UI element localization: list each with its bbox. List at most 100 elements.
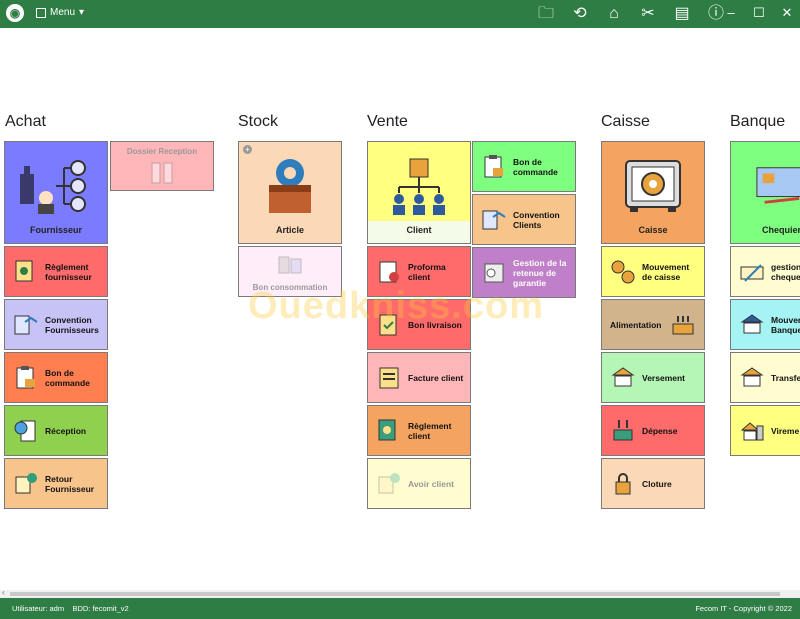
tile-reglement-client[interactable]: Règlement client [367, 405, 471, 456]
tile-label: Mouvement de caisse [642, 261, 690, 282]
tile-gestion-cheque[interactable]: gestion cheque [730, 246, 800, 297]
tile-alimentation[interactable]: Alimentation [601, 299, 705, 350]
database-status: BDD: fecomit_v2 [72, 604, 129, 613]
section-title-stock: Stock [238, 113, 279, 130]
tile-chequier[interactable]: Chequier [730, 141, 800, 244]
tile-retour-fournisseur[interactable]: Retour Fournisseur [4, 458, 108, 509]
padlock-icon [610, 471, 636, 497]
tile-label: Versement [642, 372, 685, 383]
scrollbar-thumb[interactable] [10, 592, 780, 596]
delivery-checklist-icon [376, 312, 402, 338]
tile-label: Proforma client [408, 261, 446, 282]
receipt-check-icon [13, 418, 39, 444]
cheque-pen-icon [739, 259, 765, 285]
menu-label: Menu [50, 7, 76, 18]
consumption-icon [239, 253, 341, 277]
tile-label: Caisse [638, 225, 668, 235]
tile-caisse[interactable]: Caisse [601, 141, 705, 244]
return-invoice-icon [13, 471, 39, 497]
tile-gestion-retenue[interactable]: Gestion de la retenue de garantie [472, 247, 576, 298]
tile-proforma-client[interactable]: Proforma client [367, 246, 471, 297]
tile-bon-consommation[interactable]: Bon consommation [238, 246, 342, 297]
tile-dossier-reception[interactable]: Dossier Reception [110, 141, 214, 191]
tile-label: Cloture [642, 478, 672, 489]
bank-building-icon [739, 365, 765, 391]
folder-zip-icon [111, 158, 213, 188]
tile-avoir-client[interactable]: Avoir client [367, 458, 471, 509]
tile-bon-livraison[interactable]: Bon livraison [367, 299, 471, 350]
bank-icon[interactable]: ⌂ [603, 3, 625, 25]
maximize-icon[interactable]: ☐ [752, 5, 766, 21]
bank-transfer-icon [739, 312, 765, 338]
tile-label: Règlement client [408, 420, 452, 441]
tile-label: Gestion de la retenue de garantie [513, 257, 567, 288]
tile-bon-de-commande-vente[interactable]: Bon de commande [472, 141, 576, 192]
tile-versement[interactable]: Versement [601, 352, 705, 403]
tile-label: Transfe [771, 372, 800, 383]
tile-label: Chequier [761, 225, 800, 235]
folder-icon[interactable]: 🗀 [535, 3, 557, 25]
tile-label: Vireme [771, 425, 800, 436]
coins-exchange-icon [610, 259, 636, 285]
tile-bon-de-commande-achat[interactable]: Bon de commande [4, 352, 108, 403]
box-gear-icon [239, 150, 341, 222]
copyright-text: Fecom IT - Copyright © 2022 [695, 604, 792, 613]
wire-transfer-icon [739, 418, 765, 444]
tile-label: Bon livraison [408, 319, 462, 330]
close-icon[interactable]: ✕ [780, 5, 794, 21]
grid-icon [36, 7, 46, 18]
menu-button[interactable]: Menu ▾ [36, 7, 84, 18]
minimize-icon[interactable]: – [724, 5, 738, 21]
tile-label: Dépense [642, 425, 678, 436]
tile-facture-client[interactable]: Facture client [367, 352, 471, 403]
client-network-icon [368, 150, 470, 222]
tile-label: Dossier Reception [126, 147, 198, 156]
tile-mouvement-banque[interactable]: Mouvem Banque [730, 299, 800, 350]
expense-arrows-icon [610, 418, 636, 444]
id-card-icon[interactable]: ▤ [671, 3, 693, 25]
checkbook-icon [731, 150, 800, 222]
proforma-invoice-icon [376, 259, 402, 285]
tile-transfert[interactable]: Transfe [730, 352, 800, 403]
tile-label: Fournisseur [29, 225, 82, 235]
tile-fournisseur[interactable]: Fournisseur [4, 141, 108, 244]
section-title-achat: Achat [5, 113, 46, 130]
tools-icon[interactable]: ✂ [637, 3, 659, 25]
tile-label: Bon de commande [45, 367, 90, 388]
history-icon[interactable]: ⟲ [569, 3, 591, 25]
status-bar: Utilisateur: adm BDD: fecomit_v2 Fecom I… [0, 598, 800, 619]
handshake-document-icon [13, 312, 39, 338]
tile-label: Règlement fournisseur [45, 261, 92, 282]
cash-drawer-icon [670, 312, 696, 338]
tile-reception[interactable]: Réception [4, 405, 108, 456]
tile-mouvement-caisse[interactable]: Mouvement de caisse [601, 246, 705, 297]
credit-note-icon [376, 471, 402, 497]
supplier-network-icon [5, 150, 107, 222]
tile-convention-fournisseurs[interactable]: Convention Fournisseurs [4, 299, 108, 350]
tile-convention-clients[interactable]: Convention Clients [472, 194, 576, 245]
add-icon[interactable]: + [243, 145, 252, 154]
payment-hand-icon [13, 259, 39, 285]
tile-client[interactable]: Client [367, 141, 471, 244]
tile-depense[interactable]: Dépense [601, 405, 705, 456]
tile-virement[interactable]: Vireme [730, 405, 800, 456]
guarantee-document-icon [481, 260, 507, 286]
app-logo-icon[interactable]: ◉ [6, 4, 24, 22]
tile-label: Bon de commande [513, 156, 558, 177]
handshake-document-icon [481, 207, 507, 233]
tile-cloture[interactable]: Cloture [601, 458, 705, 509]
tile-label: Convention Clients [513, 209, 560, 230]
section-title-banque: Banque [730, 113, 786, 130]
tile-article[interactable]: Article + [238, 141, 342, 244]
horizontal-scrollbar[interactable]: ‹ [0, 588, 800, 598]
tile-label: Réception [45, 425, 87, 436]
invoice-icon [376, 365, 402, 391]
tile-reglement-fournisseur[interactable]: Règlement fournisseur [4, 246, 108, 297]
tile-label: Mouvem Banque [771, 314, 800, 335]
tile-label: Convention Fournisseurs [45, 314, 99, 335]
safe-icon [602, 150, 704, 222]
payment-hand-icon [376, 418, 402, 444]
tile-label: Article [275, 225, 304, 235]
clipboard-order-icon [481, 154, 507, 180]
scroll-left-icon[interactable]: ‹ [2, 588, 5, 597]
